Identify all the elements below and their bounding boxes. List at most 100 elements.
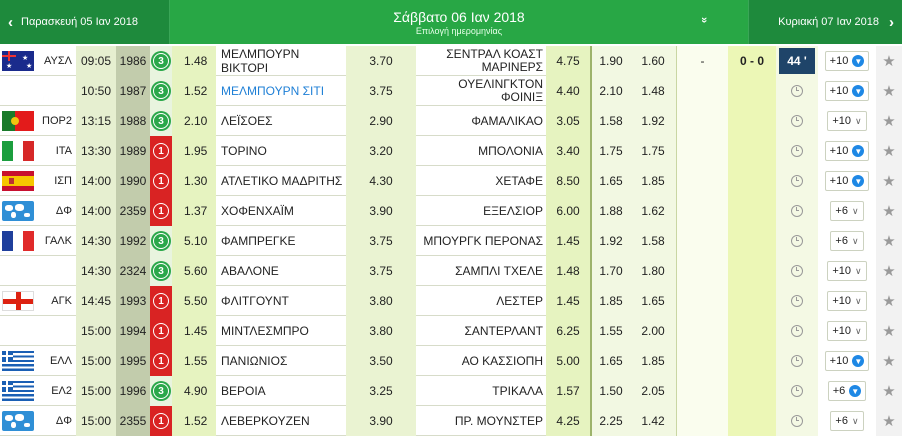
odd-over[interactable]: 1.62 — [630, 196, 676, 226]
odd-draw[interactable]: 3.90 — [346, 196, 416, 226]
more-bets-button[interactable]: +6 ∨ — [830, 201, 864, 221]
previous-day-button[interactable]: ‹ Παρασκευή 05 Ιαν 2018 — [0, 0, 170, 44]
double-chevron-down-icon[interactable]: » — [698, 17, 710, 23]
star-icon[interactable]: ★ — [882, 52, 895, 70]
star-icon[interactable]: ★ — [882, 112, 895, 130]
odd-draw[interactable]: 2.90 — [346, 106, 416, 136]
odd-home[interactable]: 4.90 — [172, 376, 216, 406]
star-icon[interactable]: ★ — [882, 262, 895, 280]
odd-under[interactable]: 1.65 — [590, 346, 630, 376]
match-row[interactable]: ΑΓΚ 14:45 1993 1 5.50 ΦΛΙΤΓΟΥΝΤ 3.80 ΛΕΣΤΕΡ 1.45… — [0, 286, 902, 316]
odd-over[interactable]: 1.92 — [630, 106, 676, 136]
match-row[interactable]: ΠΟΡ2 13:15 1988 3 2.10 ΛΕΪΣΟΕΣ 2.90 ΦΑΜΑΛΙΚΑΟ 3.… — [0, 106, 902, 136]
odd-over[interactable]: 1.85 — [630, 346, 676, 376]
odd-under[interactable]: 1.65 — [590, 166, 630, 196]
more-bets-button[interactable]: +6 ▼ — [827, 381, 867, 401]
odd-home[interactable]: 1.45 — [172, 316, 216, 346]
star-icon[interactable]: ★ — [882, 82, 895, 100]
odd-draw[interactable]: 3.75 — [346, 226, 416, 256]
more-bets-button[interactable]: +6 ∨ — [830, 411, 864, 431]
next-day-button[interactable]: Κυριακή 07 Ιαν 2018 › — [748, 0, 902, 44]
odd-over[interactable]: 1.65 — [630, 286, 676, 316]
match-row[interactable]: ΔΦ 15:00 2355 1 1.52 ΛΕΒΕΡΚΟΥΖΕΝ 3.90 ΠΡ. ΜΟΥΝΣ… — [0, 406, 902, 436]
match-row[interactable]: 15:00 1994 1 1.45 ΜΙΝΤΛΕΣΜΠΡΟ 3.80 ΣΑΝΤΕΡΛΑΝΤ 6… — [0, 316, 902, 346]
odd-away[interactable]: 4.40 — [546, 76, 590, 106]
odd-draw[interactable]: 3.25 — [346, 376, 416, 406]
odd-under[interactable]: 2.25 — [590, 406, 630, 436]
odd-away[interactable]: 4.25 — [546, 406, 590, 436]
odd-away[interactable]: 5.00 — [546, 346, 590, 376]
star-icon[interactable]: ★ — [882, 382, 895, 400]
odd-draw[interactable]: 3.70 — [346, 46, 416, 76]
odd-home[interactable]: 5.60 — [172, 256, 216, 286]
odd-away[interactable]: 1.57 — [546, 376, 590, 406]
odd-over[interactable]: 2.00 — [630, 316, 676, 346]
star-icon[interactable]: ★ — [882, 292, 895, 310]
more-bets-button[interactable]: +10 ▼ — [824, 351, 870, 371]
odd-away[interactable]: 8.50 — [546, 166, 590, 196]
odd-under[interactable]: 1.88 — [590, 196, 630, 226]
odd-away[interactable]: 3.40 — [546, 136, 590, 166]
odd-home[interactable]: 1.52 — [172, 76, 216, 106]
odd-draw[interactable]: 3.50 — [346, 346, 416, 376]
odd-draw[interactable]: 3.90 — [346, 406, 416, 436]
more-bets-button[interactable]: +10 ▼ — [824, 171, 870, 191]
odd-draw[interactable]: 3.75 — [346, 76, 416, 106]
more-bets-button[interactable]: +6 ∨ — [830, 231, 864, 251]
match-row[interactable]: ΓΑΛΚ 14:30 1992 3 5.10 ΦΑΜΠΡΕΓΚΕ 3.75 ΜΠΟΥΡΓΚ Π… — [0, 226, 902, 256]
odd-over[interactable]: 1.58 — [630, 226, 676, 256]
odd-under[interactable]: 1.70 — [590, 256, 630, 286]
odd-under[interactable]: 2.10 — [590, 76, 630, 106]
odd-under[interactable]: 1.90 — [590, 46, 630, 76]
odd-draw[interactable]: 3.20 — [346, 136, 416, 166]
odd-draw[interactable]: 4.30 — [346, 166, 416, 196]
more-bets-button[interactable]: +10 ▼ — [824, 141, 870, 161]
odd-home[interactable]: 1.30 — [172, 166, 216, 196]
odd-away[interactable]: 6.25 — [546, 316, 590, 346]
match-row[interactable]: ★ ★ ★ ΑΥΣΛ 09:05 1986 3 1.48 ΜΕΛΜΠΟΥΡΝ ΒΙΚΤΟΡΙ 3.… — [0, 46, 902, 76]
date-picker[interactable]: Σάββατο 06 Ιαν 2018 Επιλογή ημερομηνίας … — [170, 0, 748, 44]
odd-under[interactable]: 1.50 — [590, 376, 630, 406]
star-icon[interactable]: ★ — [882, 172, 895, 190]
more-bets-button[interactable]: +10 ▼ — [824, 51, 870, 71]
odd-under[interactable]: 1.55 — [590, 316, 630, 346]
match-row[interactable]: ΙΣΠ 14:00 1990 1 1.30 ΑΤΛΕΤΙΚΟ ΜΑΔΡΙΤΗΣ 4.30 ΧΕ… — [0, 166, 902, 196]
odd-over[interactable]: 1.42 — [630, 406, 676, 436]
odd-draw[interactable]: 3.75 — [346, 256, 416, 286]
star-icon[interactable]: ★ — [882, 202, 895, 220]
odd-away[interactable]: 3.05 — [546, 106, 590, 136]
odd-under[interactable]: 1.75 — [590, 136, 630, 166]
odd-over[interactable]: 1.48 — [630, 76, 676, 106]
odd-home[interactable]: 1.37 — [172, 196, 216, 226]
more-bets-button[interactable]: +10 ∨ — [827, 291, 867, 311]
home-team[interactable]: ΜΕΛΜΠΟΥΡΝ ΣΙΤΙ — [216, 76, 346, 106]
odd-away[interactable]: 1.48 — [546, 256, 590, 286]
match-row[interactable]: 10:50 1987 3 1.52 ΜΕΛΜΠΟΥΡΝ ΣΙΤΙ 3.75 ΟΥΕΛΙΝΓΚ… — [0, 76, 902, 106]
more-bets-button[interactable]: +10 ∨ — [827, 321, 867, 341]
odd-home[interactable]: 5.10 — [172, 226, 216, 256]
more-bets-button[interactable]: +10 ∨ — [827, 111, 867, 131]
odd-home[interactable]: 1.48 — [172, 46, 216, 76]
odd-home[interactable]: 5.50 — [172, 286, 216, 316]
star-icon[interactable]: ★ — [882, 142, 895, 160]
odd-over[interactable]: 1.75 — [630, 136, 676, 166]
star-icon[interactable]: ★ — [882, 322, 895, 340]
more-bets-button[interactable]: +10 ▼ — [824, 81, 870, 101]
odd-over[interactable]: 1.60 — [630, 46, 676, 76]
match-row[interactable]: ΙΤΑ 13:30 1989 1 1.95 ΤΟΡΙΝΟ 3.20 ΜΠΟΛΟΝΙΑ 3.40 1… — [0, 136, 902, 166]
odd-away[interactable]: 6.00 — [546, 196, 590, 226]
match-row[interactable]: ΕΛ2 15:00 1996 3 4.90 ΒΕΡΟΙΑ 3.25 ΤΡΙΚΑΛΑ 1.57 1.… — [0, 376, 902, 406]
match-row[interactable]: 14:30 2324 3 5.60 ΑΒΑΛΟΝΕ 3.75 ΣΑΜΠΛΙ ΤΧΕΛΕ 1.4… — [0, 256, 902, 286]
odd-home[interactable]: 1.52 — [172, 406, 216, 436]
odd-away[interactable]: 1.45 — [546, 226, 590, 256]
odd-under[interactable]: 1.92 — [590, 226, 630, 256]
odd-away[interactable]: 4.75 — [546, 46, 590, 76]
star-icon[interactable]: ★ — [882, 352, 895, 370]
odd-over[interactable]: 2.05 — [630, 376, 676, 406]
star-icon[interactable]: ★ — [882, 412, 895, 430]
odd-over[interactable]: 1.85 — [630, 166, 676, 196]
odd-draw[interactable]: 3.80 — [346, 286, 416, 316]
star-icon[interactable]: ★ — [882, 232, 895, 250]
odd-home[interactable]: 1.95 — [172, 136, 216, 166]
odd-draw[interactable]: 3.80 — [346, 316, 416, 346]
